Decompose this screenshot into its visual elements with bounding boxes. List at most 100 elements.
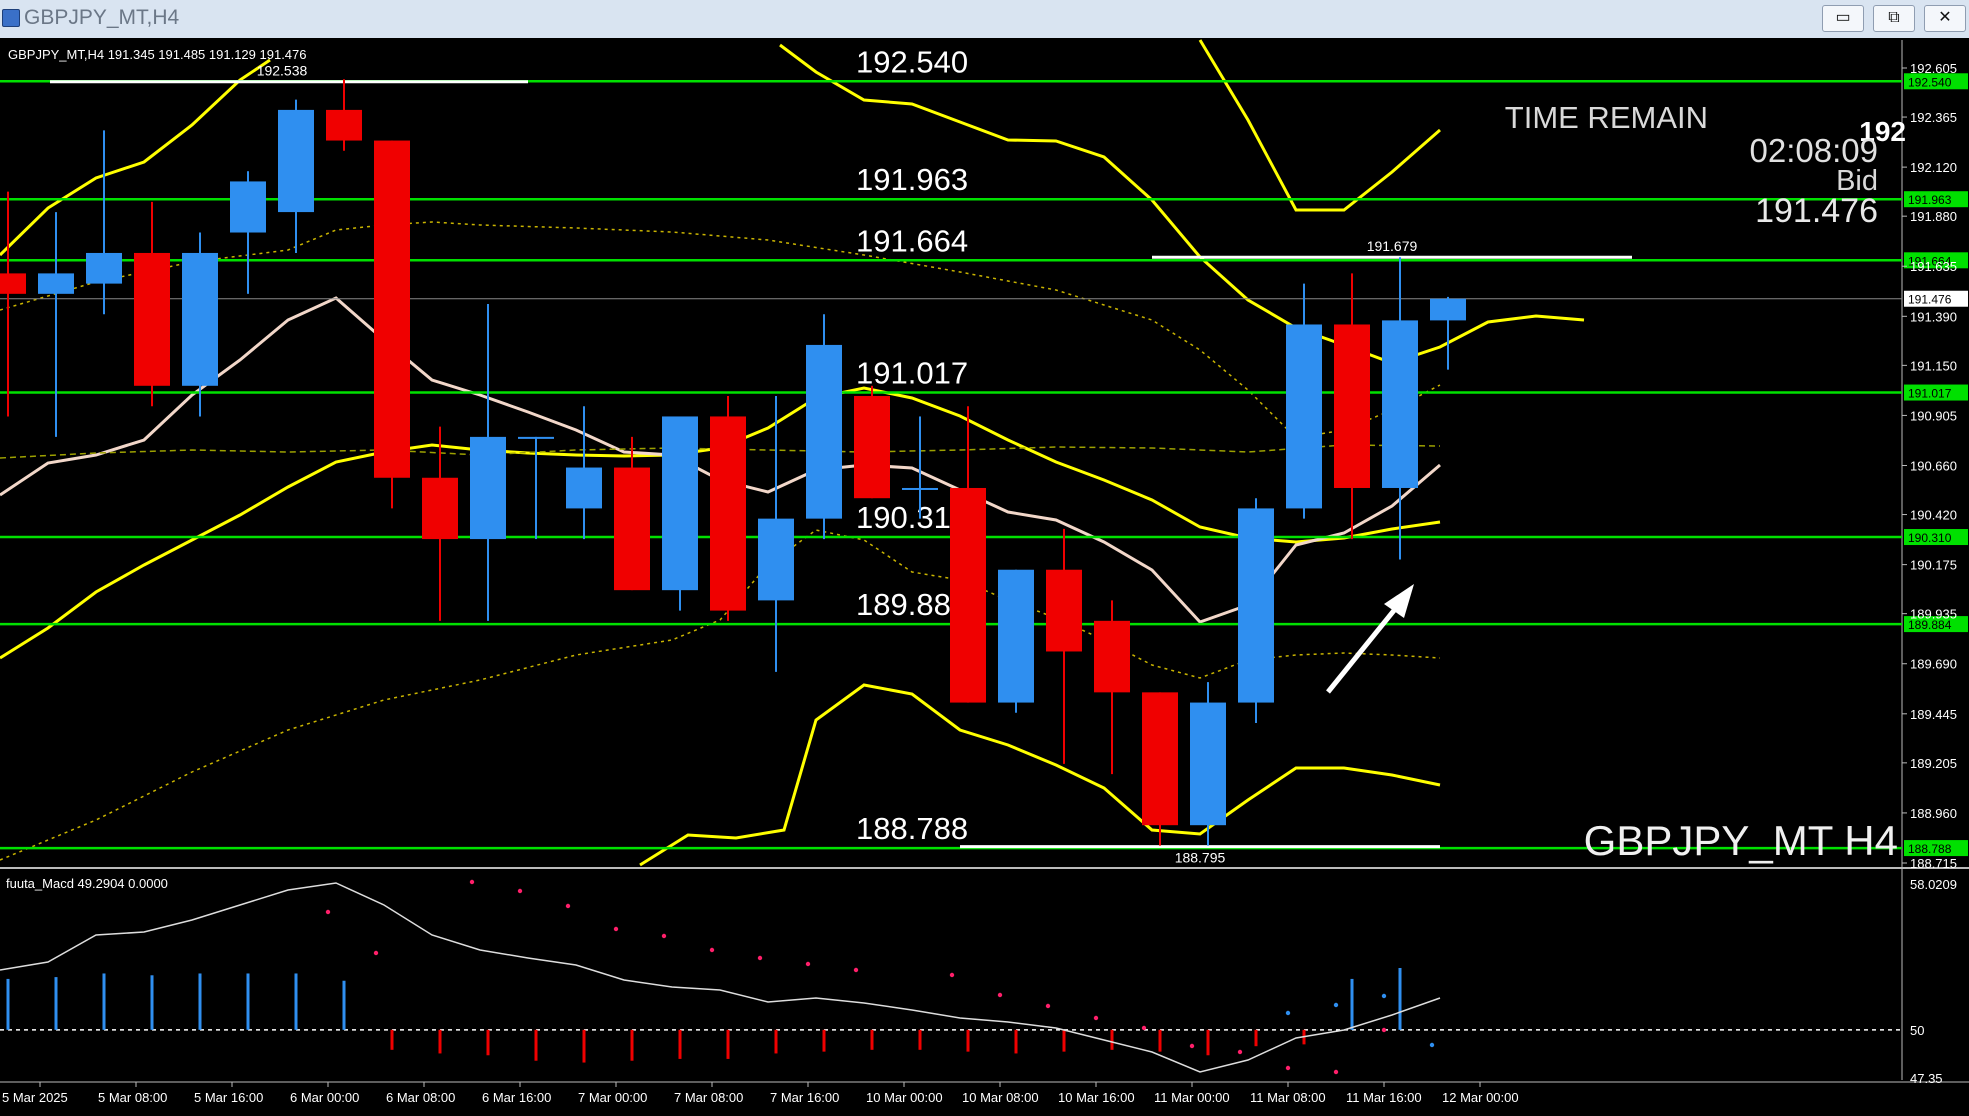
bear-candle: [950, 487, 986, 703]
macd-signal-dot: [1429, 1042, 1435, 1048]
bear-candle: [1094, 620, 1130, 693]
level-label: 188.788: [856, 811, 968, 846]
time-label: 11 Mar 16:00: [1346, 1090, 1422, 1105]
bear-candle: [374, 140, 410, 478]
bull-candle: [278, 109, 314, 213]
chart-window-icon: [2, 9, 20, 27]
macd-signal-dot: [469, 879, 475, 885]
price-tick-label: 190.905: [1910, 408, 1957, 423]
bull-candle: [1190, 702, 1226, 826]
restore-button[interactable]: ⧉: [1873, 5, 1915, 32]
macd-signal-dot: [1333, 1002, 1339, 1008]
price-tick-label: 188.715: [1910, 856, 1957, 871]
macd-signal-dot: [565, 903, 571, 909]
time-label: 7 Mar 16:00: [770, 1090, 839, 1105]
bull-candle: [566, 467, 602, 509]
macd-signal-dot: [1381, 993, 1387, 999]
level-price-tag-label: 191.017: [1908, 387, 1952, 401]
bull-candle: [230, 181, 266, 233]
macd-signal-dot: [949, 972, 955, 978]
price-tick-label: 192.605: [1910, 61, 1957, 76]
macd-axis-label: 50: [1910, 1023, 1924, 1038]
macd-signal-dot: [613, 926, 619, 932]
time-label: 5 Mar 08:00: [98, 1090, 167, 1105]
level-label: 192.540: [856, 44, 968, 79]
bear-candle: [854, 396, 890, 499]
macd-axis-label: 58.0209: [1910, 877, 1957, 892]
bull-candle: [1286, 324, 1322, 509]
bear-candle: [0, 273, 26, 294]
macd-signal-dot: [853, 967, 859, 973]
bull-candle: [1238, 508, 1274, 703]
macd-signal-dot: [1285, 1065, 1291, 1071]
macd-signal-dot: [325, 909, 331, 915]
bear-candle: [1046, 569, 1082, 652]
bull-candle: [470, 436, 506, 540]
bear-candle: [614, 467, 650, 591]
price-tick-label: 188.960: [1910, 806, 1957, 821]
time-label: 12 Mar 00:00: [1442, 1090, 1519, 1105]
time-remain-value: 02:08:09: [1750, 132, 1878, 169]
close-button[interactable]: ✕: [1924, 5, 1966, 32]
macd-signal-dot: [1045, 1003, 1051, 1009]
price-tick-label: 191.880: [1910, 209, 1957, 224]
bear-candle: [326, 109, 362, 141]
bid-value: 191.476: [1755, 192, 1878, 230]
level-label: 191.963: [856, 162, 968, 197]
price-chart[interactable]: 192.540 192.540 191.963 191.963 191.664 191.6…: [0, 38, 1969, 1111]
bull-candle: [758, 518, 794, 601]
macd-signal-dot: [373, 950, 379, 956]
time-label: 5 Mar 2025: [2, 1090, 68, 1105]
macd-signal-dot: [1381, 1027, 1387, 1033]
bull-candle: [998, 569, 1034, 703]
price-tick-label: 190.175: [1910, 558, 1957, 573]
bear-candle: [422, 477, 458, 540]
macd-signal-dot: [1141, 1025, 1147, 1031]
time-label: 6 Mar 08:00: [386, 1090, 455, 1105]
bull-candle: [806, 344, 842, 519]
symbol-watermark: GBPJPY_MT H4: [1584, 817, 1898, 864]
price-tick-label: 192.120: [1910, 160, 1957, 175]
minimize-button[interactable]: ▭: [1822, 5, 1864, 32]
macd-signal-dot: [1093, 1015, 1099, 1021]
bull-candle: [86, 252, 122, 284]
time-remain-label: TIME REMAIN: [1505, 100, 1708, 135]
price-tick-label: 189.205: [1910, 756, 1957, 771]
level-price-tag-label: 188.788: [1908, 842, 1952, 856]
time-label: 11 Mar 08:00: [1250, 1090, 1326, 1105]
time-label: 7 Mar 08:00: [674, 1090, 743, 1105]
price-tick-label: 192.365: [1910, 110, 1957, 125]
window-title: GBPJPY_MT,H4: [24, 6, 180, 29]
price-tick-label: 190.660: [1910, 459, 1957, 474]
macd-signal-dot: [805, 961, 811, 967]
symbol-ohlc-info: GBPJPY_MT,H4 191.345 191.485 191.129 191…: [8, 47, 307, 62]
window-titlebar[interactable]: GBPJPY_MT,H4 ▭ ⧉ ✕: [0, 0, 1969, 39]
level-label: 191.664: [856, 223, 968, 258]
macd-signal-dot: [757, 955, 763, 961]
level-price-tag-label: 192.540: [1908, 75, 1952, 89]
time-label: 10 Mar 16:00: [1058, 1090, 1135, 1105]
extreme-label: 191.679: [1367, 238, 1418, 254]
bear-candle: [134, 252, 170, 386]
time-label: 7 Mar 00:00: [578, 1090, 647, 1105]
bear-candle: [1334, 324, 1370, 488]
bid-price-tag-label: 191.476: [1908, 293, 1952, 307]
chart-area[interactable]: 192.540 192.540 191.963 191.963 191.664 191.6…: [0, 38, 1969, 1111]
macd-signal-dot: [1237, 1049, 1243, 1055]
bull-candle: [38, 273, 74, 294]
bear-candle: [710, 416, 746, 611]
price-tick-label: 189.935: [1910, 607, 1957, 622]
macd-signal-dot: [997, 992, 1003, 998]
price-tick-label: 191.150: [1910, 358, 1957, 373]
level-price-tag-label: 190.310: [1908, 531, 1952, 545]
bull-candle: [182, 252, 218, 386]
level-label: 191.017: [856, 356, 968, 391]
price-tick-label: 190.420: [1910, 508, 1957, 523]
macd-signal-dot: [1285, 1010, 1291, 1016]
macd-signal-dot: [1333, 1069, 1339, 1075]
price-tick-label: 191.390: [1910, 309, 1957, 324]
macd-signal-dot: [709, 947, 715, 953]
time-label: 10 Mar 08:00: [962, 1090, 1039, 1105]
price-tick-label: 191.635: [1910, 259, 1957, 274]
time-label: 6 Mar 00:00: [290, 1090, 359, 1105]
